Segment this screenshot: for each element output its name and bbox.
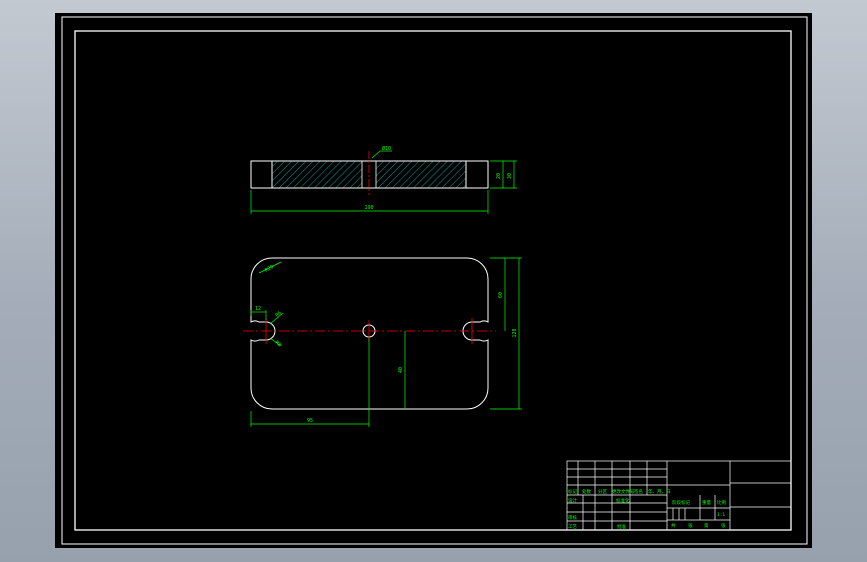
tb-label-approve: 批准 — [617, 523, 626, 530]
tb-label-sheets-a: 张 — [688, 522, 693, 529]
tb-label-audit: 审核 — [568, 514, 577, 521]
tb-label-change-doc: 更改文件号 — [612, 488, 635, 495]
dim-text-thickness: 20 — [496, 173, 502, 179]
dim-text-height: 30 — [507, 173, 513, 179]
section-hatch-left — [271, 160, 363, 189]
dim-text-hole: Ø10 — [382, 145, 391, 152]
tb-label-total: 共 — [671, 522, 676, 529]
tb-value-scale: 1:1 — [717, 512, 725, 518]
cad-viewport[interactable]: 190 20 30 Ø10 40 60 120 95 12 R6 R8 R20 … — [0, 0, 867, 562]
tb-label-scale: 比例 — [717, 499, 726, 506]
tb-label-design: 设计 — [568, 497, 577, 504]
tb-label-mark: 标记 — [568, 488, 577, 495]
dim-text-slot: 12 — [255, 306, 261, 312]
tb-label-stage: 阶段标记 — [672, 499, 690, 506]
drawing-sheet — [55, 13, 812, 548]
tb-label-zone: 分区 — [598, 488, 607, 495]
dim-text-hole-offset: 95 — [307, 418, 313, 424]
dim-text-half-height: 60 — [498, 292, 504, 298]
tb-label-sign: 签名 — [634, 488, 643, 495]
tb-label-sheets-b: 张 — [721, 522, 726, 529]
drawing-canvas[interactable]: 190 20 30 Ø10 40 60 120 95 12 R6 R8 R20 … — [0, 0, 867, 562]
dim-text-total-height: 120 — [512, 328, 518, 337]
tb-label-weight: 重量 — [702, 499, 711, 506]
tb-label-count: 处数 — [582, 488, 591, 495]
tb-label-date: 年、月、日 — [648, 488, 671, 495]
tb-label-standard: 标准化 — [616, 497, 630, 504]
tb-label-no: 第 — [704, 522, 709, 529]
section-hatch-right — [375, 160, 467, 189]
tb-label-process: 工艺 — [568, 524, 577, 530]
dim-text-width: 190 — [364, 205, 373, 211]
dim-text-offset-height: 40 — [398, 367, 404, 373]
